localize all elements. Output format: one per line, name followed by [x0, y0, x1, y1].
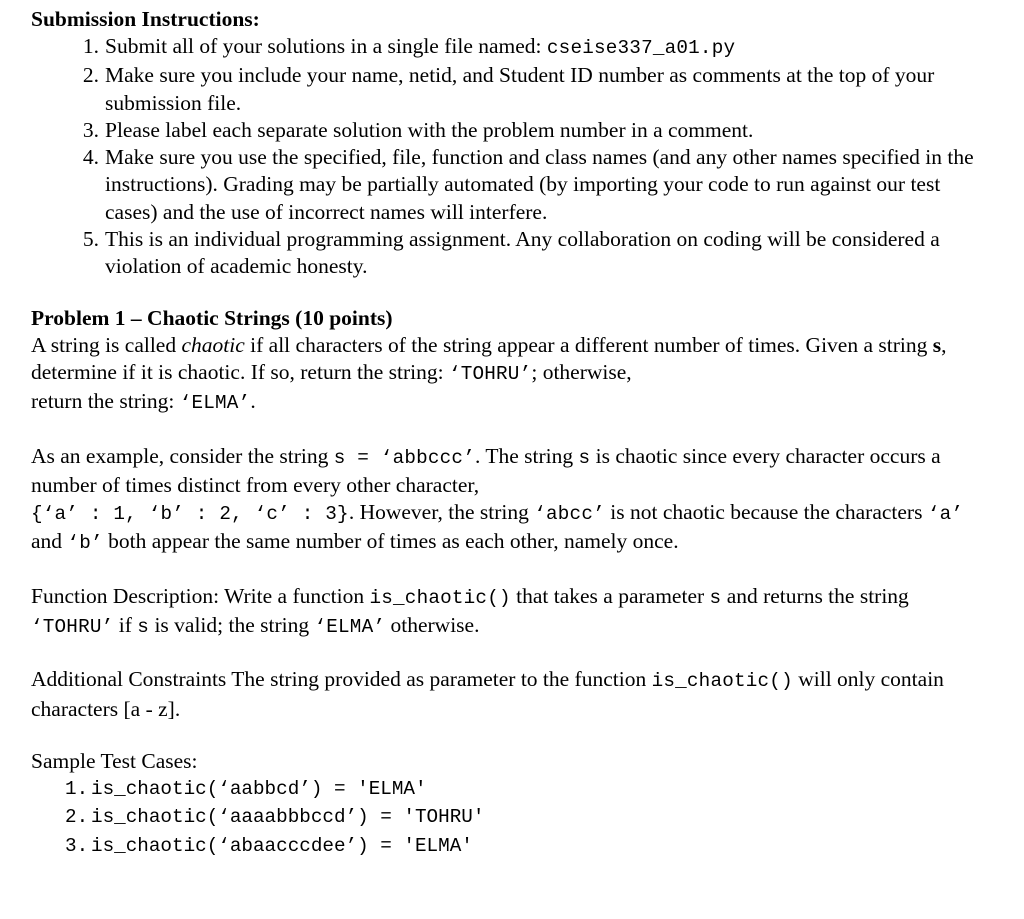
fndesc-text-4: if — [113, 613, 138, 638]
instruction-item-4: Make sure you use the specified, file, f… — [73, 144, 988, 226]
constraints-code-is-chaotic: is_chaotic() — [651, 670, 793, 693]
example-code-dictionary: {‘a’ : 1, ‘b’ : 2, ‘c’ : 3} — [31, 503, 349, 526]
fndesc-text-3: and returns the string — [721, 583, 909, 608]
fndesc-code-is-chaotic: is_chaotic() — [369, 586, 511, 609]
example-code-assignment: s = ‘abbccc’ — [333, 446, 475, 469]
definition-code-tohru: ‘TOHRU’ — [448, 362, 532, 385]
fndesc-code-s: s — [709, 586, 722, 609]
definition-text-1: A string is called — [31, 332, 182, 357]
example2-text-1: . However, the string — [348, 500, 535, 525]
instruction-1-text: Submit all of your solutions in a single… — [105, 34, 547, 58]
instruction-3-text: Please label each separate solution with… — [105, 117, 754, 142]
definition-italic-chaotic: chaotic — [181, 332, 245, 357]
submission-filename: cseise337_a01.py — [546, 37, 736, 59]
spacer-after-constraints — [31, 723, 988, 748]
spacer-after-definition — [31, 418, 988, 443]
problem-definition-paragraph: A string is called chaotic if all charac… — [31, 332, 988, 389]
example-text-2: . The string — [474, 443, 579, 468]
constraints-text-1: Additional Constraints The string provid… — [31, 667, 652, 692]
fndesc-code-s2: s — [137, 616, 150, 639]
example2-text-2: is not chaotic because the characters — [604, 500, 928, 525]
definition-text-4: ; otherwise, — [531, 359, 632, 384]
test-case-item: is_chaotic(‘aaaabbbccd’) = 'TOHRU' — [65, 803, 485, 831]
definition-code-elma: ‘ELMA’ — [179, 392, 251, 415]
sample-test-cases-heading: Sample Test Cases: — [31, 748, 198, 773]
submission-instructions-heading: Submission Instructions: — [31, 7, 260, 31]
definition-text-2: if all characters of the string appear a… — [244, 332, 933, 357]
instruction-5-text: This is an individual programming assign… — [105, 227, 940, 279]
example-paragraph: As an example, consider the string s = ‘… — [31, 443, 988, 500]
example-code-b: ‘b’ — [67, 532, 103, 555]
example-code-abcc: ‘abcc’ — [534, 503, 605, 526]
example-code-s: s — [578, 446, 591, 469]
definition-bold-s: s — [932, 332, 942, 357]
example2-text-3: and — [31, 529, 68, 554]
spacer-after-example — [31, 558, 988, 583]
fndesc-code-elma: ‘ELMA’ — [314, 616, 386, 639]
problem-definition-line-2: return the string: ‘ELMA’. — [31, 388, 988, 417]
instruction-4-text: Make sure you use the specified, file, f… — [105, 145, 974, 224]
example2-text-4: both appear the same number of times as … — [102, 529, 679, 554]
instruction-item-5: This is an individual programming assign… — [73, 226, 988, 281]
submission-instructions-list: Submit all of your solutions in a single… — [31, 33, 988, 281]
definition2-text-2: . — [250, 389, 256, 414]
spacer-after-function-description — [31, 641, 988, 666]
test-case-item: is_chaotic(‘aabbcd’) = 'ELMA' — [65, 775, 427, 803]
document-content: Submission Instructions: Submit all of y… — [0, 0, 1024, 860]
definition2-text-1: return the string: — [31, 389, 180, 414]
fndesc-text-1: Function Description: Write a function — [31, 583, 370, 608]
problem-heading: Problem 1 – Chaotic Strings (10 points) — [31, 305, 393, 330]
example-text-1: As an example, consider the string — [31, 443, 334, 468]
document-page: Submission Instructions: Submit all of y… — [0, 0, 1024, 919]
spacer-after-instructions — [31, 281, 988, 305]
additional-constraints-paragraph: Additional Constraints The string provid… — [31, 666, 988, 723]
sample-test-cases-list: is_chaotic(‘aabbcd’) = 'ELMA' is_chaotic… — [31, 775, 988, 860]
instruction-item-2: Make sure you include your name, netid, … — [73, 62, 988, 117]
instruction-item-3: Please label each separate solution with… — [73, 117, 988, 145]
instruction-2-text: Make sure you include your name, netid, … — [105, 63, 935, 115]
example-code-a: ‘a’ — [927, 503, 964, 526]
fndesc-text-2: that takes a parameter — [510, 583, 710, 608]
fndesc-code-tohru: ‘TOHRU’ — [31, 616, 114, 639]
fndesc-text-6: otherwise. — [385, 613, 480, 638]
instruction-item-1: Submit all of your solutions in a single… — [73, 33, 988, 62]
test-case-item: is_chaotic(‘abaacccdee’) = 'ELMA' — [65, 832, 473, 860]
fndesc-text-5: is valid; the string — [149, 613, 315, 638]
example-paragraph-line-2: {‘a’ : 1, ‘b’ : 2, ‘c’ : 3}. However, th… — [31, 499, 988, 558]
function-description-paragraph: Function Description: Write a function i… — [31, 583, 988, 642]
